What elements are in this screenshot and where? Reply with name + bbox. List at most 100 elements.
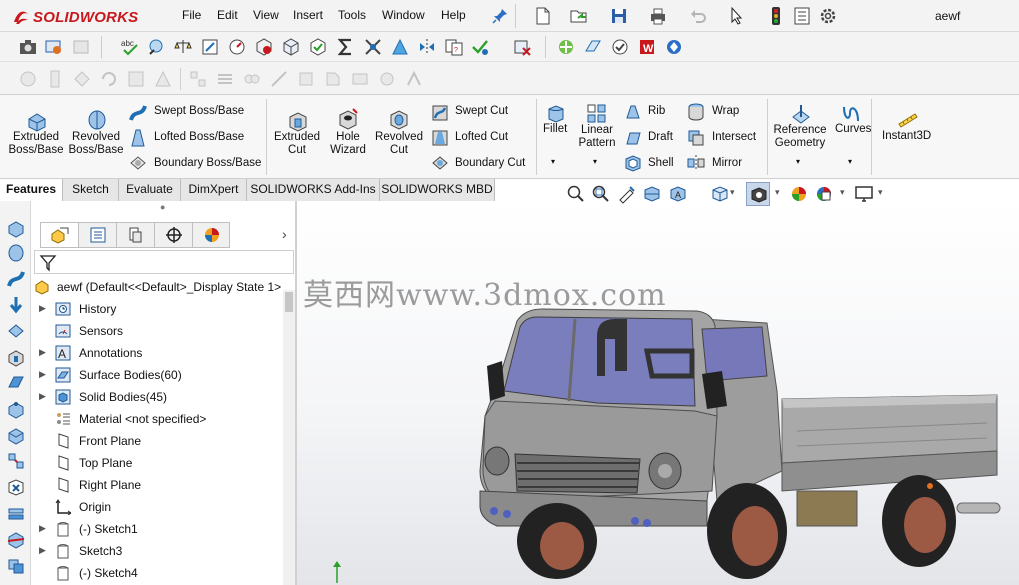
tab-sketch[interactable]: Sketch: [63, 179, 119, 201]
tree-scrollbar[interactable]: [283, 290, 295, 585]
tree-item-top-plane[interactable]: Top Plane: [31, 452, 291, 474]
expand-arrow-icon[interactable]: ▶: [39, 545, 46, 556]
expand-arrow-icon[interactable]: ▶: [39, 347, 46, 358]
split-shortcut-icon[interactable]: [6, 529, 26, 549]
instant3d-button[interactable]: Instant3D: [882, 130, 931, 142]
extruded-boss-button[interactable]: Extruded Boss/Base: [6, 131, 66, 157]
revolve-shortcut-icon[interactable]: [6, 243, 26, 263]
menu-file[interactable]: File: [182, 8, 201, 22]
pin-icon[interactable]: [490, 6, 510, 26]
mass-properties-icon[interactable]: [173, 37, 193, 57]
check-icon[interactable]: [254, 37, 274, 57]
check-active-document-icon[interactable]: [470, 37, 490, 57]
tab-solidworks-add-ins[interactable]: SOLIDWORKS Add-Ins: [247, 179, 380, 201]
tree-item-sensors[interactable]: Sensors: [31, 320, 291, 342]
tree-filter-bar[interactable]: [34, 250, 294, 274]
tree-item-history[interactable]: ▶ History: [31, 298, 291, 320]
expand-arrow-icon[interactable]: ▶: [39, 523, 46, 534]
zoom-to-area-icon[interactable]: [591, 184, 611, 204]
select-cursor-icon[interactable]: [727, 6, 747, 26]
menu-edit[interactable]: Edit: [217, 8, 238, 22]
intersect-button[interactable]: Intersect: [712, 131, 756, 143]
panel-grip[interactable]: ●: [160, 202, 165, 212]
tree-item-front-plane[interactable]: Front Plane: [31, 430, 291, 452]
menu-tools[interactable]: Tools: [338, 8, 366, 22]
rebuild-traffic-light-icon[interactable]: [766, 6, 786, 26]
thicken-shortcut-icon[interactable]: [6, 503, 26, 523]
fillet-dropdown-arrow[interactable]: ▾: [551, 157, 555, 166]
boundary-cut-button[interactable]: Boundary Cut: [455, 157, 525, 169]
loft-shortcut-icon[interactable]: [6, 295, 26, 315]
tree-item-origin[interactable]: Origin: [31, 496, 291, 518]
tree-item-sketch4[interactable]: (-) Sketch4: [31, 562, 291, 584]
reference-geometry-dropdown-arrow[interactable]: ▾: [796, 157, 800, 166]
wrap-button[interactable]: Wrap: [712, 105, 739, 117]
reference-geometry-button[interactable]: Reference Geometry: [768, 124, 832, 150]
lofted-cut-button[interactable]: Lofted Cut: [455, 131, 508, 143]
tree-item-solid-bodies[interactable]: ▶ Solid Bodies(45): [31, 386, 291, 408]
print-icon[interactable]: [648, 6, 668, 26]
tab-features[interactable]: Features: [0, 179, 63, 201]
expand-arrow-icon[interactable]: ▶: [39, 369, 46, 380]
tab-feature-tree[interactable]: [41, 223, 79, 247]
linear-pattern-dropdown-arrow[interactable]: ▾: [593, 157, 597, 166]
revolved-cut-button[interactable]: Revolved Cut: [372, 131, 426, 157]
curves-button[interactable]: Curves: [835, 123, 871, 135]
view-orientation-icon[interactable]: [710, 184, 730, 204]
checkmark-circle-icon[interactable]: [610, 37, 630, 57]
thickness-analysis-icon[interactable]: [583, 37, 603, 57]
geometry-analysis-icon[interactable]: [281, 37, 301, 57]
hole-wizard-button[interactable]: Hole Wizard: [322, 131, 374, 157]
tab-evaluate[interactable]: Evaluate: [119, 179, 181, 201]
delete-face-icon[interactable]: [512, 37, 532, 57]
view-orientation-dropdown-arrow[interactable]: ▾: [730, 187, 735, 198]
sensor-gauge-icon[interactable]: [227, 37, 247, 57]
import-diagnostics-icon[interactable]: [308, 37, 328, 57]
undo-icon[interactable]: [688, 6, 708, 26]
tree-item-annotations[interactable]: ▶ A Annotations: [31, 342, 291, 364]
extruded-cut-button[interactable]: Extruded Cut: [268, 131, 326, 157]
pattern-shortcut-icon[interactable]: [6, 451, 26, 471]
chamfer-shortcut-icon[interactable]: [6, 425, 26, 445]
section-view-icon[interactable]: [642, 184, 662, 204]
equations-sigma-icon[interactable]: [336, 37, 356, 57]
zoom-to-fit-icon[interactable]: [566, 184, 586, 204]
curves-dropdown-arrow[interactable]: ▾: [848, 157, 852, 166]
design-study-icon[interactable]: [556, 37, 576, 57]
symmetry-check-icon[interactable]: [417, 37, 437, 57]
fillet-shortcut-icon[interactable]: [6, 399, 26, 419]
fillet-button[interactable]: Fillet: [543, 123, 567, 135]
tree-item-sketch1[interactable]: ▶ (-) Sketch1: [31, 518, 291, 540]
combine-shortcut-icon[interactable]: [6, 555, 26, 575]
new-document-icon[interactable]: [533, 6, 553, 26]
view-settings-dropdown-arrow[interactable]: ▾: [878, 187, 883, 198]
view-settings-monitor-icon[interactable]: [854, 184, 874, 204]
cut-shortcut-icon[interactable]: [6, 347, 26, 367]
filter-funnel-icon[interactable]: [39, 254, 57, 272]
delete-body-shortcut-icon[interactable]: [6, 477, 26, 497]
costing-icon[interactable]: W: [637, 37, 657, 57]
menu-view[interactable]: View: [253, 8, 279, 22]
linear-pattern-button[interactable]: Linear Pattern: [572, 124, 622, 150]
compare-documents-icon[interactable]: ?: [444, 37, 464, 57]
tab-property-manager[interactable]: [79, 223, 117, 247]
edit-appearance-icon[interactable]: [789, 184, 809, 204]
tab-configuration-manager[interactable]: [117, 223, 155, 247]
rib-button[interactable]: Rib: [648, 105, 665, 117]
revolved-boss-button[interactable]: Revolved Boss/Base: [66, 131, 126, 157]
extrude-shortcut-icon[interactable]: [6, 218, 26, 238]
tree-item-material[interactable]: Material <not specified>: [31, 408, 291, 430]
dynamic-annotation-icon[interactable]: A: [668, 184, 688, 204]
previous-view-icon[interactable]: [616, 184, 636, 204]
file-properties-icon[interactable]: [792, 6, 812, 26]
boundary-boss-button[interactable]: Boundary Boss/Base: [154, 157, 261, 169]
tree-item-right-plane[interactable]: Right Plane: [31, 474, 291, 496]
menu-window[interactable]: Window: [382, 8, 425, 22]
mirror-button[interactable]: Mirror: [712, 157, 742, 169]
tab-display-manager[interactable]: [193, 223, 231, 247]
camera-icon[interactable]: [18, 37, 38, 57]
lofted-boss-button[interactable]: Lofted Boss/Base: [154, 131, 244, 143]
tab-dimxpert[interactable]: DimXpert: [181, 179, 247, 201]
open-folder-icon[interactable]: [569, 6, 589, 26]
tab-solidworks-mbd[interactable]: SOLIDWORKS MBD: [380, 179, 495, 201]
